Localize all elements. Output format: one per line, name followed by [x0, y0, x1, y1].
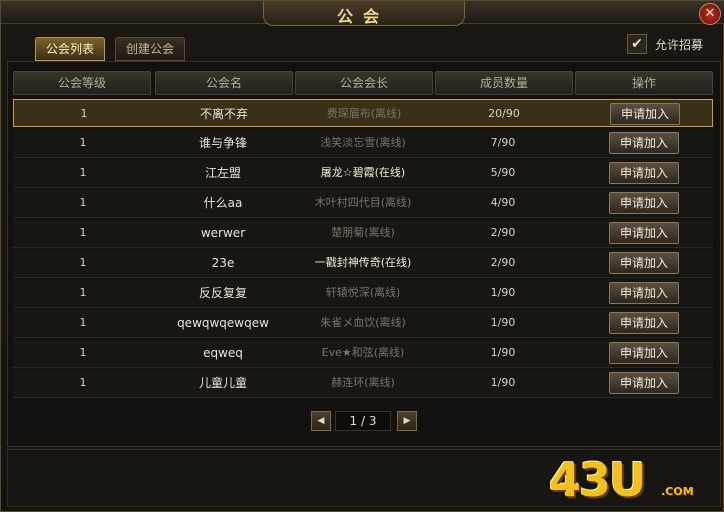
table-row[interactable]: 1 不离不弃 费琛眉布(离线) 20/90 申请加入 [13, 99, 713, 127]
guild-name: 反反复复 [198, 286, 247, 300]
header-leader: 公会会长 [295, 71, 433, 95]
apply-join-button[interactable]: 申请加入 [609, 312, 679, 334]
guild-name: 什么aa [203, 196, 243, 210]
table-row[interactable]: 1 什么aa 木叶村四代目(离线) 4/90 申请加入 [13, 189, 713, 218]
table-row[interactable]: 1 werwer 楚朋菊(离线) 2/90 申请加入 [13, 219, 713, 248]
guild-level: 1 [79, 346, 87, 359]
apply-join-button[interactable]: 申请加入 [609, 132, 679, 154]
guild-name: eqweq [203, 346, 243, 360]
page-indicator: 1 / 3 [335, 411, 391, 431]
table-row[interactable]: 1 eqweq Eve★和弦(离线) 1/90 申请加入 [13, 339, 713, 368]
table-row[interactable]: 1 qewqwqewqew 朱雀メ血饮(离线) 1/90 申请加入 [13, 309, 713, 338]
guild-level: 1 [79, 196, 87, 209]
guild-leader: 费琛眉布(离线) [326, 107, 402, 120]
apply-join-button[interactable]: 申请加入 [609, 192, 679, 214]
guild-leader: 浅笑淡忘雪(离线) [320, 136, 406, 149]
guild-level: 1 [79, 376, 87, 389]
table-header: 公会等级 公会名 公会会长 成员数量 操作 [13, 71, 717, 95]
guild-level: 1 [79, 166, 87, 179]
guild-leader: 屠龙☆碧霞(在线) [320, 166, 406, 179]
guild-level: 1 [79, 286, 87, 299]
allow-recruit-checkbox[interactable]: ✔ [627, 34, 647, 54]
allow-recruit-label: 允许招募 [655, 38, 704, 52]
apply-join-button[interactable]: 申请加入 [609, 162, 679, 184]
guild-name: 不离不弃 [199, 107, 248, 121]
tab-guild-list[interactable]: 公会列表 [35, 37, 106, 61]
table-row[interactable]: 1 23e 一戳封神传奇(在线) 2/90 申请加入 [13, 249, 713, 278]
guild-leader: Eve★和弦(离线) [321, 346, 405, 359]
apply-join-button[interactable]: 申请加入 [609, 372, 679, 394]
header-action: 操作 [575, 71, 713, 95]
guild-window: 公会 ✕ 公会列表 创建公会 ✔ 允许招募 公会等级 公会名 公会会长 成员数量… [0, 0, 724, 512]
guild-name: 江左盟 [204, 166, 241, 180]
apply-join-button[interactable]: 申请加入 [610, 103, 680, 125]
member-count: 1/90 [490, 376, 516, 389]
apply-join-button[interactable]: 申请加入 [609, 252, 679, 274]
guild-level: 1 [79, 226, 87, 239]
header-level: 公会等级 [13, 71, 151, 95]
guild-leader: 赫连环(离线) [331, 376, 395, 389]
site-logo-suffix: .COM [661, 485, 694, 498]
guild-name: 谁与争锋 [198, 136, 247, 150]
guild-name: 儿童儿童 [198, 376, 247, 390]
guild-level: 1 [79, 136, 87, 149]
tab-create-guild[interactable]: 创建公会 [115, 37, 186, 61]
table-row[interactable]: 1 谁与争锋 浅笑淡忘雪(离线) 7/90 申请加入 [13, 129, 713, 158]
apply-join-button[interactable]: 申请加入 [609, 282, 679, 304]
member-count: 2/90 [490, 256, 516, 269]
prev-page-button[interactable]: ◀ [311, 411, 331, 431]
header-members: 成员数量 [435, 71, 573, 95]
guild-name: 23e [211, 256, 235, 270]
header-name: 公会名 [155, 71, 293, 95]
guild-leader: 朱雀メ血饮(离线) [320, 316, 406, 329]
next-page-button[interactable]: ▶ [397, 411, 417, 431]
member-count: 5/90 [490, 166, 516, 179]
apply-join-button[interactable]: 申请加入 [609, 342, 679, 364]
table-row[interactable]: 1 儿童儿童 赫连环(离线) 1/90 申请加入 [13, 369, 713, 398]
guild-name: werwer [200, 226, 246, 240]
table-row[interactable]: 1 江左盟 屠龙☆碧霞(在线) 5/90 申请加入 [13, 159, 713, 188]
member-count: 4/90 [490, 196, 516, 209]
member-count: 2/90 [490, 226, 516, 239]
guild-leader: 一戳封神传奇(在线) [314, 256, 412, 269]
guild-leader: 轩辕悦深(离线) [325, 286, 401, 299]
member-count: 7/90 [490, 136, 516, 149]
guild-level: 1 [79, 316, 87, 329]
guild-leader: 木叶村四代目(离线) [314, 196, 412, 209]
apply-join-button[interactable]: 申请加入 [609, 222, 679, 244]
guild-leader: 楚朋菊(离线) [331, 226, 395, 239]
close-button[interactable]: ✕ [699, 3, 721, 25]
guild-level: 1 [79, 256, 87, 269]
member-count: 1/90 [490, 346, 516, 359]
member-count: 1/90 [490, 316, 516, 329]
table-row[interactable]: 1 反反复复 轩辕悦深(离线) 1/90 申请加入 [13, 279, 713, 308]
site-logo: 43U [549, 453, 646, 507]
window-title: 公会 [336, 7, 389, 26]
guild-name: qewqwqewqew [177, 316, 269, 330]
guild-level: 1 [80, 107, 88, 120]
member-count: 20/90 [488, 107, 520, 120]
member-count: 1/90 [490, 286, 516, 299]
